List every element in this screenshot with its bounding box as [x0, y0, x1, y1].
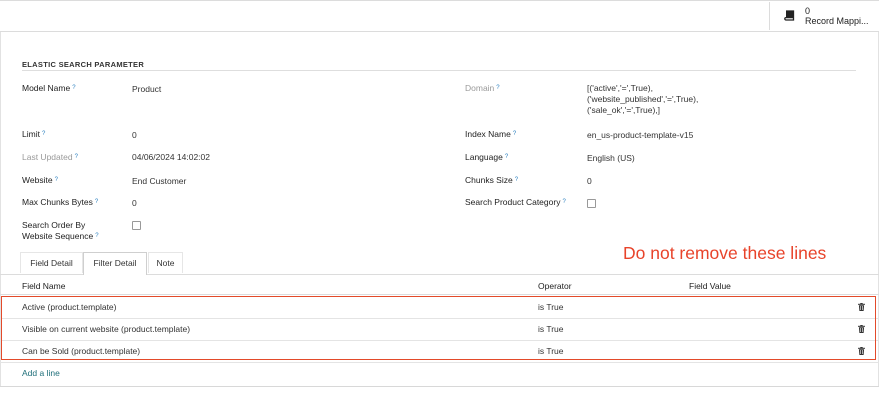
help-icon[interactable]: ?: [95, 233, 98, 239]
search-category-label: Search Product Category?: [465, 197, 566, 207]
column-header-operator[interactable]: Operator: [538, 281, 572, 291]
column-header-field-name[interactable]: Field Name: [22, 281, 65, 291]
domain-value: [('active','=',True), ('website_published…: [587, 83, 699, 115]
domain-label: Domain?: [465, 83, 500, 93]
help-icon[interactable]: ?: [496, 85, 499, 91]
website-label: Website?: [22, 175, 58, 185]
max-chunks-bytes-value[interactable]: 0: [132, 198, 137, 209]
annotation-text: Do not remove these lines: [623, 243, 827, 263]
help-icon[interactable]: ?: [95, 199, 98, 205]
help-icon[interactable]: ?: [515, 177, 518, 183]
tab-note[interactable]: Note: [148, 252, 183, 273]
tab-field-detail[interactable]: Field Detail: [20, 252, 83, 273]
search-category-checkbox[interactable]: [587, 199, 596, 208]
section-divider: [22, 70, 856, 71]
help-icon[interactable]: ?: [513, 131, 516, 137]
limit-value[interactable]: 0: [132, 130, 137, 141]
help-icon[interactable]: ?: [42, 131, 45, 137]
last-updated-label: Last Updated?: [22, 152, 78, 162]
model-name-value[interactable]: Product: [132, 84, 161, 95]
highlight-box: [1, 296, 876, 360]
table-header-divider: [0, 294, 879, 295]
limit-label: Limit?: [22, 129, 46, 139]
max-chunks-bytes-label: Max Chunks Bytes?: [22, 197, 99, 207]
column-header-field-value[interactable]: Field Value: [689, 281, 731, 291]
add-line-link[interactable]: Add a line: [22, 368, 60, 378]
index-name-value[interactable]: en_us-product-template-v15: [587, 130, 693, 141]
smart-button-count: 0: [805, 6, 811, 16]
language-value[interactable]: English (US): [587, 153, 635, 164]
sheet-bottom-divider: [0, 386, 879, 387]
tab-filter-detail[interactable]: Filter Detail: [83, 252, 147, 275]
chunks-size-value[interactable]: 0: [587, 176, 592, 187]
section-title: ELASTIC SEARCH PARAMETER: [22, 60, 145, 69]
row-divider: [0, 362, 879, 363]
book-icon: [784, 10, 795, 21]
help-icon[interactable]: ?: [55, 177, 58, 183]
control-panel: [0, 0, 879, 32]
help-icon[interactable]: ?: [72, 85, 75, 91]
last-updated-value: 04/06/2024 14:02:02: [132, 152, 210, 162]
help-icon[interactable]: ?: [75, 154, 78, 160]
help-icon[interactable]: ?: [505, 154, 508, 160]
chunks-size-label: Chunks Size?: [465, 175, 519, 185]
index-name-label: Index Name?: [465, 129, 517, 139]
smart-button-label: Record Mappi...: [805, 16, 869, 26]
search-order-label: Search Order By Website Sequence?: [22, 220, 99, 241]
language-label: Language?: [465, 152, 509, 162]
website-value[interactable]: End Customer: [132, 176, 186, 187]
help-icon[interactable]: ?: [562, 199, 565, 205]
record-mapping-smart-button[interactable]: 0 Record Mappi...: [769, 2, 879, 30]
model-name-label: Model Name?: [22, 83, 76, 93]
search-order-checkbox[interactable]: [132, 221, 141, 230]
